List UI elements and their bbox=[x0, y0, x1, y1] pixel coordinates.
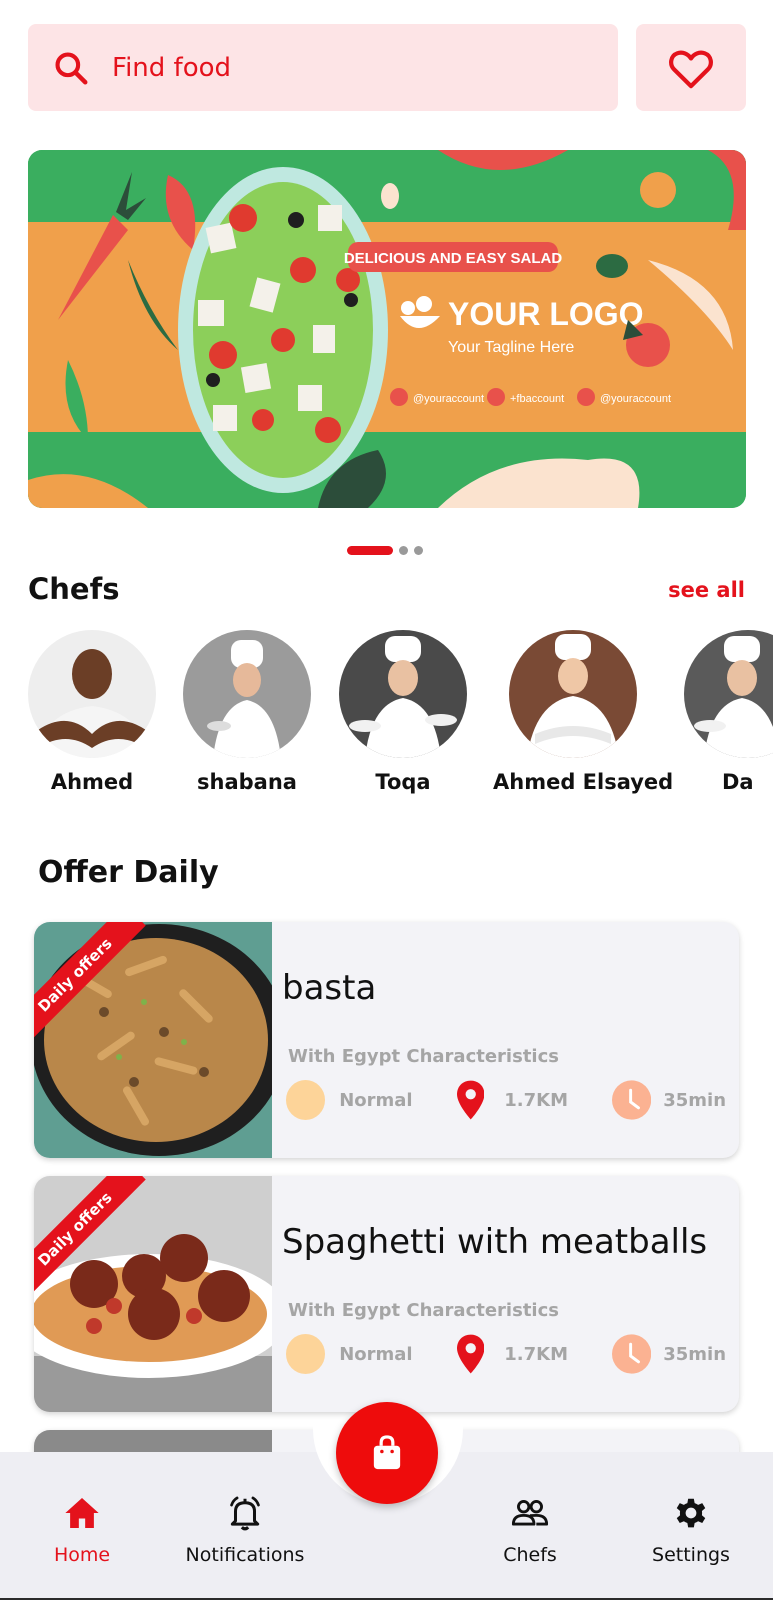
banner-social-2: +fbaccount bbox=[510, 393, 564, 405]
gear-icon bbox=[676, 1498, 706, 1528]
nav-home-label: Home bbox=[53, 1544, 111, 1566]
banner-social-3: @youraccount bbox=[600, 393, 671, 405]
offer-title: basta bbox=[282, 968, 377, 1008]
location-pin-icon bbox=[456, 1334, 485, 1374]
nav-settings-label: Settings bbox=[652, 1544, 730, 1566]
offer-title: Spaghetti with meatballs bbox=[282, 1222, 708, 1262]
banner-tagline: Your Tagline Here bbox=[448, 339, 574, 356]
offer-time: 35min bbox=[663, 1089, 727, 1111]
chef-name: Ahmed Elsayed bbox=[493, 770, 674, 794]
clock-icon bbox=[612, 1080, 652, 1120]
offer-distance: 1.7KM bbox=[504, 1089, 568, 1111]
search-bar[interactable]: Find food bbox=[28, 24, 618, 111]
offers-section-title: Offer Daily bbox=[38, 855, 219, 890]
search-icon bbox=[55, 51, 88, 84]
location-pin-icon bbox=[456, 1080, 485, 1120]
promo-banner[interactable]: DELICIOUS AND EASY SALAD YOUR LOGO Your … bbox=[28, 150, 746, 508]
bell-icon bbox=[230, 1496, 260, 1531]
clock-icon bbox=[612, 1334, 652, 1374]
shopping-bag-icon bbox=[373, 1435, 401, 1470]
see-all-link[interactable]: see all bbox=[668, 578, 745, 602]
carousel-dot[interactable] bbox=[414, 546, 423, 555]
banner-logo: YOUR LOGO bbox=[448, 296, 644, 332]
chef-item[interactable]: Ahmed Elsayed bbox=[493, 630, 674, 794]
heart-icon bbox=[669, 50, 713, 88]
offer-subtitle: With Egypt Characteristics bbox=[288, 1046, 559, 1067]
chef-avatar bbox=[183, 630, 311, 758]
offer-level: Normal bbox=[339, 1089, 413, 1111]
chef-item[interactable]: Toqa bbox=[339, 630, 467, 794]
search-placeholder: Find food bbox=[112, 52, 232, 83]
banner-social-1: @youraccount bbox=[413, 393, 484, 405]
banner-badge: DELICIOUS AND EASY SALAD bbox=[344, 250, 563, 267]
carousel-dot-active[interactable] bbox=[347, 546, 393, 555]
cart-fab-button[interactable] bbox=[336, 1402, 438, 1504]
nav-chefs[interactable]: Chefs bbox=[455, 1494, 605, 1566]
favorites-button[interactable] bbox=[636, 24, 746, 111]
offer-meta: Normal 1.7KM 35min bbox=[286, 1080, 726, 1120]
nav-settings[interactable]: Settings bbox=[616, 1494, 766, 1566]
offer-time: 35min bbox=[663, 1343, 727, 1365]
chefs-section-title: Chefs bbox=[28, 572, 120, 606]
chef-name: Toqa bbox=[375, 770, 431, 794]
chef-avatar bbox=[509, 630, 637, 758]
chef-item[interactable]: Ahmed bbox=[28, 630, 156, 794]
carousel-indicator[interactable] bbox=[347, 546, 423, 555]
chef-item[interactable]: shabana bbox=[183, 630, 311, 794]
chef-avatar bbox=[339, 630, 467, 758]
chef-item[interactable]: Da bbox=[684, 630, 773, 794]
level-indicator-icon bbox=[286, 1334, 326, 1374]
chef-name: Da bbox=[722, 770, 754, 794]
chef-avatar bbox=[28, 630, 156, 758]
offer-distance: 1.7KM bbox=[504, 1343, 568, 1365]
offer-card[interactable]: Daily offers Spaghetti with meatballs Wi… bbox=[34, 1176, 739, 1412]
offer-level: Normal bbox=[339, 1343, 413, 1365]
offer-subtitle: With Egypt Characteristics bbox=[288, 1300, 559, 1321]
nav-notifications[interactable]: Notifications bbox=[170, 1494, 320, 1566]
offer-card[interactable]: Daily offers basta With Egypt Characteri… bbox=[34, 922, 739, 1158]
chef-name: Ahmed bbox=[50, 770, 134, 794]
banner-artwork: DELICIOUS AND EASY SALAD YOUR LOGO Your … bbox=[28, 150, 746, 508]
chef-avatar bbox=[684, 630, 773, 758]
nav-home[interactable]: Home bbox=[7, 1494, 157, 1566]
chef-name: shabana bbox=[197, 770, 297, 794]
nav-chefs-label: Chefs bbox=[503, 1544, 557, 1566]
people-icon bbox=[511, 1500, 549, 1526]
home-icon bbox=[65, 1497, 99, 1529]
nav-notifications-label: Notifications bbox=[185, 1544, 305, 1566]
level-indicator-icon bbox=[286, 1080, 326, 1120]
carousel-dot[interactable] bbox=[399, 546, 408, 555]
offer-meta: Normal 1.7KM 35min bbox=[286, 1334, 726, 1374]
home-screen: Find food DELICIOUS AND EASY SALAD YOUR … bbox=[0, 0, 773, 1600]
